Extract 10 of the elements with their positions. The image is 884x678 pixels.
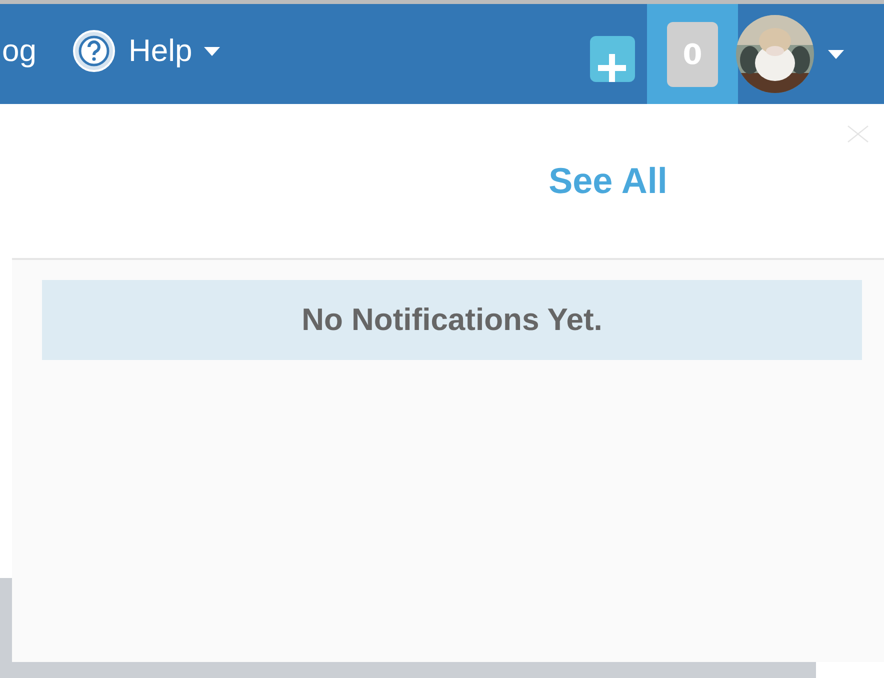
nav-link[interactable]: og xyxy=(2,33,36,75)
empty-message: No Notifications Yet. xyxy=(42,280,862,360)
plus-icon xyxy=(598,54,626,82)
help-icon xyxy=(72,29,116,73)
help-menu[interactable]: Help xyxy=(72,29,220,79)
see-all-link[interactable]: See All xyxy=(548,160,668,202)
close-button[interactable] xyxy=(846,124,870,144)
caret-icon xyxy=(828,50,844,58)
add-button[interactable] xyxy=(590,36,635,82)
caret-icon xyxy=(204,46,220,56)
